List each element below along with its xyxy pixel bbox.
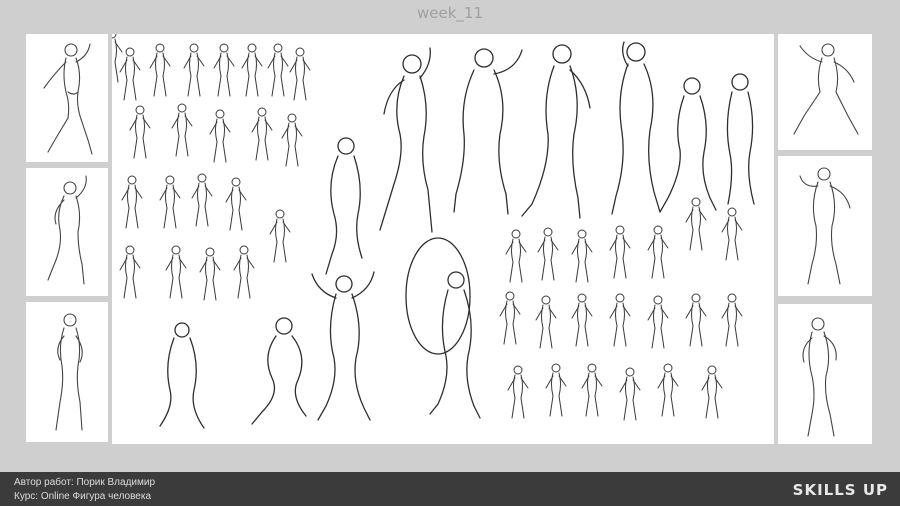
- right-panel-1: [778, 34, 872, 150]
- figure-sketch-rear-twist: [802, 317, 837, 437]
- figure-sketch-back-view: [55, 313, 83, 431]
- footer-bar: Автор работ: Порик Владимир Курс: Online…: [0, 472, 900, 506]
- figure-sketch-lunge: [793, 43, 859, 135]
- left-panel-2: [26, 168, 108, 296]
- course-credit: Курс: Online Фигура человека: [14, 491, 152, 502]
- right-panel-2: [778, 156, 872, 296]
- left-panel-3: [26, 302, 108, 442]
- figure-studies-collage: [112, 34, 755, 429]
- left-panel-1: [26, 34, 108, 162]
- right-panel-3: [778, 304, 872, 444]
- center-panel: [112, 34, 774, 444]
- figure-sketch-standing-arm-raised: [43, 43, 93, 155]
- figure-sketch-front-flex: [799, 167, 851, 285]
- figure-sketch-turning: [47, 175, 87, 285]
- author-credit: Автор работ: Порик Владимир: [14, 477, 156, 488]
- brand-logo: SKILLS UP: [792, 481, 888, 499]
- sheet-title: week_11: [417, 4, 483, 22]
